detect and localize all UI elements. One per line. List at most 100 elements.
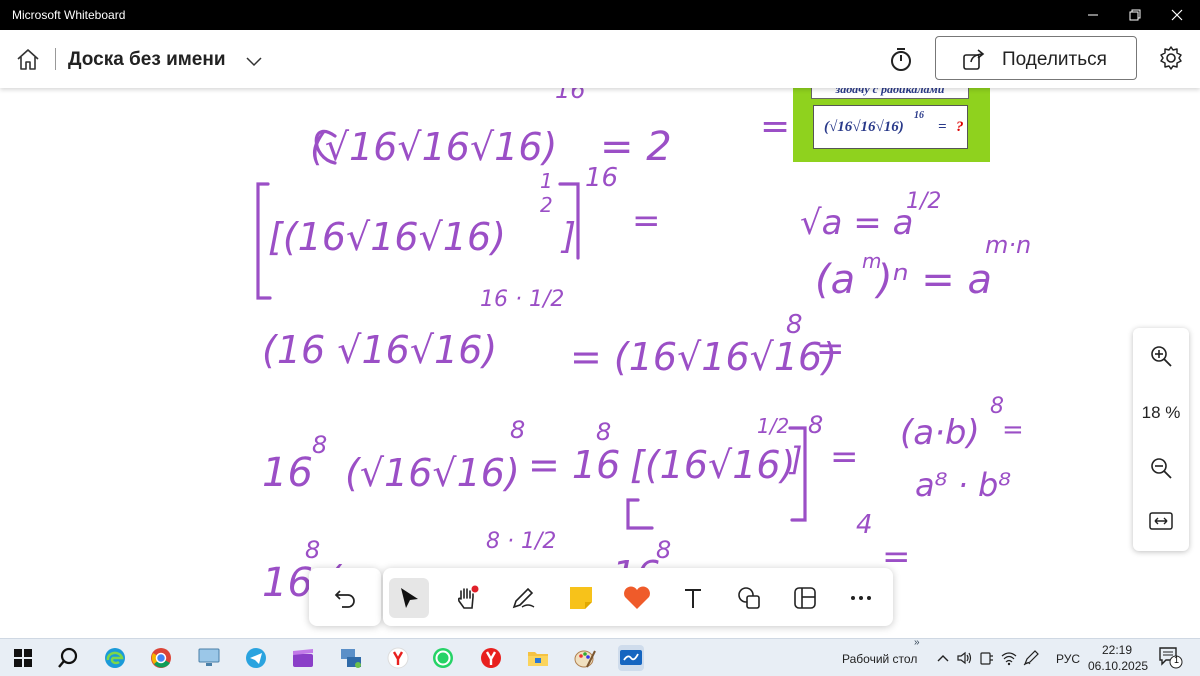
taskbar-whiteboard[interactable]	[618, 645, 644, 671]
ink-line4-root-exp: 8	[510, 416, 525, 444]
taskbar-whatsapp[interactable]	[430, 645, 456, 671]
chevron-up-icon	[937, 655, 949, 662]
whiteboard-icon	[620, 650, 642, 665]
input-language[interactable]: РУС	[1056, 652, 1080, 666]
ink-line2-exp1: 1	[540, 169, 553, 193]
telegram-icon	[246, 648, 266, 668]
problem-formula-question: ?	[956, 119, 964, 135]
ink-line2-exp4: 16	[585, 163, 618, 193]
rule-root-exp: 1/2	[906, 189, 941, 214]
zoom-panel: 18 %	[1133, 328, 1189, 551]
pen-tool[interactable]	[503, 578, 543, 618]
minimize-button[interactable]	[1073, 0, 1113, 30]
chrome-icon	[151, 648, 171, 668]
close-button[interactable]	[1157, 0, 1197, 30]
monitor-icon	[198, 648, 220, 666]
pointer-icon	[401, 588, 418, 608]
taskbar-video-editor[interactable]	[290, 645, 316, 671]
network-computer-icon	[341, 649, 361, 668]
clock-date[interactable]: 06.10.2025	[1088, 659, 1148, 673]
ink-line5-exp: 8	[305, 536, 320, 564]
board-title[interactable]: Доска без имени	[68, 49, 226, 71]
whiteboard-canvas[interactable]: (√16√16√16) 16 = 2 = 10 [(16√16√16) 1 2 …	[0, 88, 1200, 638]
taskbar-chrome[interactable]	[148, 645, 174, 671]
ink-line3-result: = (16√16√16)	[570, 335, 837, 379]
tools-toolbar	[383, 568, 893, 626]
pen-menu-button[interactable]	[1018, 645, 1044, 671]
timer-button[interactable]	[888, 46, 914, 77]
rule-power: (a	[815, 257, 855, 303]
select-tool[interactable]	[389, 578, 429, 618]
folder-icon	[528, 652, 548, 666]
ink-line4-root: (√16√16)	[345, 451, 520, 495]
clock-time[interactable]: 22:19	[1102, 643, 1132, 657]
ink-line5-16-exp: 8	[656, 536, 671, 564]
shapes-tool[interactable]	[729, 578, 769, 618]
board-menu-button[interactable]	[246, 54, 262, 72]
ink-line4-exp8: 8	[808, 411, 823, 439]
text-tool[interactable]	[673, 578, 713, 618]
ink-line2: [(16√16√16)	[268, 215, 506, 259]
notifications-button[interactable]: 1	[1158, 645, 1184, 671]
rule-power-exp: m·n	[985, 231, 1031, 259]
ink-line2-bracket: ]	[560, 216, 576, 257]
edge-icon	[105, 648, 125, 668]
pan-tool[interactable]	[447, 578, 487, 618]
notification-count: 1	[1174, 655, 1180, 665]
ink-line4-half: 1/2	[757, 414, 789, 438]
windows-icon	[14, 649, 32, 667]
shapes-icon	[738, 587, 760, 609]
handwriting-ink: (√16√16√16) 16 = 2 = 10 [(16√16√16) 1 2 …	[256, 88, 1031, 606]
battery-plug-icon	[980, 652, 993, 665]
taskbar-search[interactable]	[55, 645, 81, 671]
zoom-level: 18 %	[1141, 403, 1181, 422]
taskbar-yandex-browser[interactable]	[478, 645, 504, 671]
minimize-icon	[1088, 14, 1098, 16]
problem-formula-eq: =	[938, 119, 947, 135]
clapper-icon	[293, 649, 313, 667]
taskbar-paint[interactable]	[572, 645, 598, 671]
fit-width-icon	[1149, 512, 1173, 530]
templates-tool[interactable]	[785, 578, 825, 618]
restore-icon	[1129, 9, 1141, 21]
undo-icon	[334, 590, 355, 608]
undo-button[interactable]	[325, 578, 365, 618]
share-button[interactable]: Поделиться	[935, 36, 1137, 80]
start-button[interactable]	[10, 645, 36, 671]
ink-line4-base: 16	[262, 450, 313, 496]
home-icon	[17, 49, 39, 70]
notification-icon	[1159, 647, 1183, 669]
settings-button[interactable]	[1158, 45, 1184, 76]
ink-line4-bracket-close: ]	[788, 440, 802, 478]
restore-button[interactable]	[1115, 0, 1155, 30]
taskbar-app-monitor[interactable]	[196, 645, 222, 671]
taskbar-file-explorer[interactable]	[525, 645, 551, 671]
problem-formula-exp: 16	[914, 110, 924, 121]
zoom-out-button[interactable]	[1149, 456, 1173, 485]
more-tools-button[interactable]	[841, 578, 881, 618]
fit-to-screen-button[interactable]	[1149, 512, 1173, 535]
home-button[interactable]	[16, 48, 40, 75]
ink-line1-exp: 16	[555, 88, 586, 104]
zoom-out-icon	[1151, 458, 1172, 479]
rule-product-eq: =	[1002, 415, 1024, 445]
toolbar-expand-chevron[interactable]: »	[914, 637, 920, 648]
reactions-tool[interactable]	[617, 578, 657, 618]
zoom-in-icon	[1151, 346, 1172, 367]
ink-line3-exp: 16 · 1/2	[480, 287, 564, 312]
wifi-icon	[1001, 652, 1017, 666]
desktop-toolbar-label[interactable]: Рабочий стол	[842, 652, 917, 666]
pen-workspace-icon	[1023, 650, 1039, 666]
zoom-in-button[interactable]	[1149, 344, 1173, 373]
header-divider	[55, 48, 56, 70]
ink-line4-eq16-exp: 8	[596, 418, 611, 446]
problem-card[interactable]: задачу с радикалами (√16√16√16) 16 = ?	[793, 88, 990, 162]
rule-root: √a = a	[800, 203, 913, 243]
taskbar-edge[interactable]	[102, 645, 128, 671]
problem-formula-text: (√16√16√16)	[824, 119, 904, 135]
ink-line3-eq: =	[816, 329, 845, 369]
taskbar-network-app[interactable]	[338, 645, 364, 671]
sticky-note-tool[interactable]	[561, 578, 601, 618]
taskbar-telegram[interactable]	[243, 645, 269, 671]
taskbar-yandex[interactable]	[385, 645, 411, 671]
